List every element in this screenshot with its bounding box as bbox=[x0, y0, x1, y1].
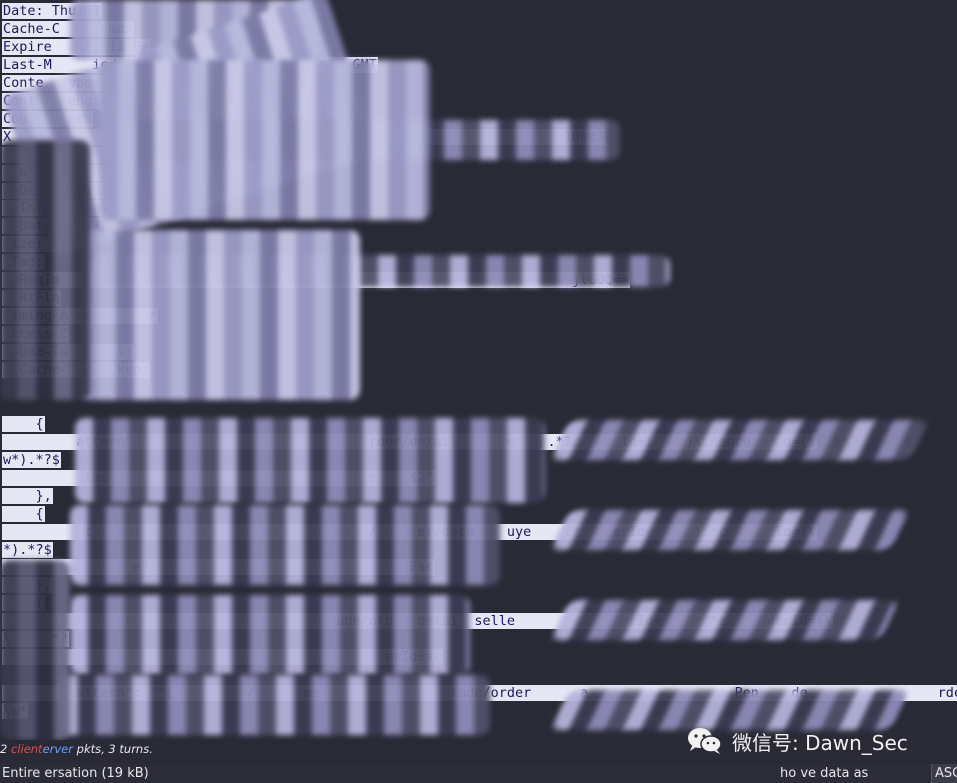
stream-line: w*).*?$ bbox=[2, 451, 61, 468]
pixelated-redaction bbox=[70, 595, 470, 675]
tcp-stream-content[interactable]: Date: Thu, 1Cache-C maxExpire t, 13 FeLa… bbox=[0, 0, 957, 740]
stats-client-label: client bbox=[10, 742, 43, 756]
bottom-toolbar: Entire ersation (19 kB) ho ve data as AS… bbox=[0, 764, 957, 783]
conversation-select[interactable]: Entire ersation (19 kB) bbox=[2, 764, 149, 783]
pixelated-redaction bbox=[80, 230, 360, 400]
stream-line: { bbox=[2, 415, 45, 432]
stats-prefix: 2 bbox=[0, 742, 8, 756]
pixelated-redaction bbox=[60, 675, 490, 735]
pixelated-redaction bbox=[550, 420, 930, 460]
pixelated-redaction bbox=[0, 140, 90, 400]
watermark: 微信号: Dawn_Sec bbox=[686, 724, 908, 758]
watermark-text: 微信号: Dawn_Sec bbox=[732, 730, 908, 755]
stats-server-label: erver bbox=[42, 742, 73, 756]
pixelated-redaction bbox=[75, 418, 545, 503]
stats-summary: pkts, 3 turns. bbox=[73, 742, 153, 756]
pixelated-redaction bbox=[550, 510, 910, 550]
stream-line: { bbox=[2, 505, 45, 522]
pixelated-redaction bbox=[70, 505, 500, 585]
pixelated-redaction bbox=[550, 600, 900, 640]
wechat-icon bbox=[688, 728, 722, 754]
pixelated-redaction bbox=[100, 60, 430, 220]
data-format-select[interactable]: ASCII bbox=[931, 764, 957, 783]
stream-line: }, bbox=[2, 487, 53, 504]
show-data-as-label: ho ve data as bbox=[780, 766, 869, 781]
stream-line: *).*?$ bbox=[2, 541, 53, 558]
pixelated-redaction bbox=[0, 560, 70, 740]
